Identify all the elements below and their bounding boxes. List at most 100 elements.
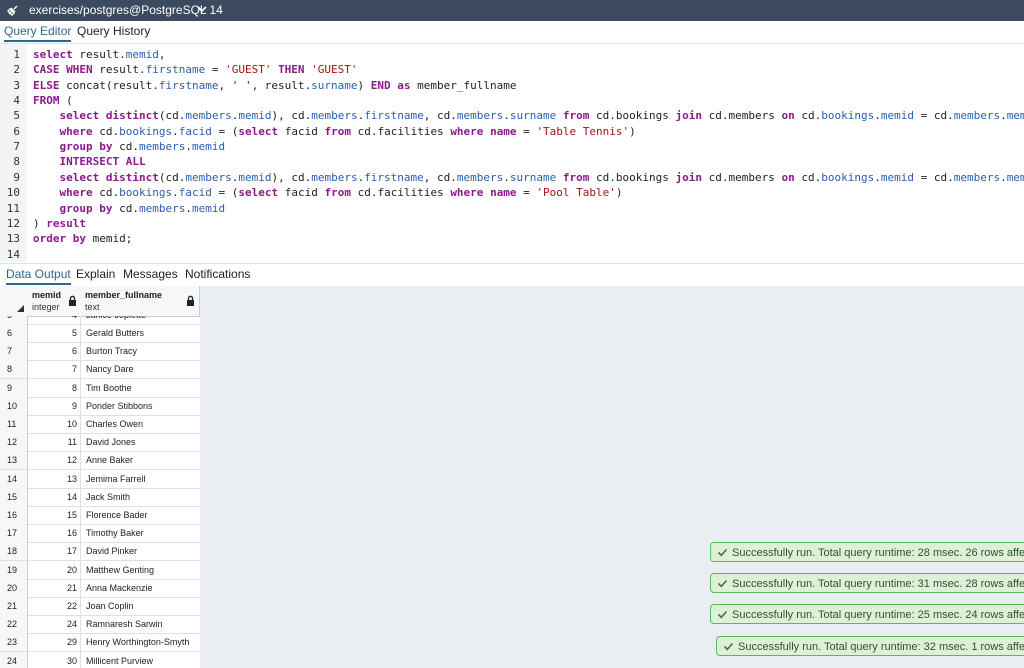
cell-memid[interactable]: 17: [28, 542, 81, 561]
cell-member-fullname[interactable]: Florence Bader: [86, 506, 148, 524]
table-row[interactable]: 10 9 Ponder Stibbons: [0, 396, 200, 416]
table-row[interactable]: 7 6 Burton Tracy: [0, 342, 200, 362]
cell-memid[interactable]: 21: [28, 578, 81, 597]
cell-member-fullname[interactable]: Henry Worthington-Smyth: [86, 633, 189, 651]
tab-messages[interactable]: Messages: [123, 264, 178, 285]
table-row[interactable]: 15 14 Jack Smith: [0, 487, 200, 507]
cell-memid[interactable]: 22: [28, 597, 81, 615]
table-row[interactable]: 20 21 Anna Mackenzie: [0, 578, 200, 598]
cell-memid[interactable]: 16: [28, 524, 81, 543]
table-row[interactable]: 13 12 Anne Baker: [0, 451, 200, 471]
column-header-member-fullname[interactable]: member_fullname text: [81, 286, 200, 317]
success-notification[interactable]: Successfully run. Total query runtime: 2…: [710, 542, 1024, 562]
table-row[interactable]: 24 30 Millicent Purview: [0, 651, 200, 668]
cell-memid[interactable]: 6: [28, 342, 81, 361]
row-number[interactable]: 13: [0, 451, 28, 470]
table-row[interactable]: 21 22 Joan Coplin: [0, 597, 200, 616]
success-notification[interactable]: Successfully run. Total query runtime: 3…: [710, 573, 1024, 593]
cell-memid[interactable]: 11: [28, 433, 81, 452]
cell-member-fullname[interactable]: Jemima Farrell: [86, 470, 146, 488]
column-header-memid[interactable]: memid integer: [28, 286, 82, 317]
row-number[interactable]: 24: [0, 651, 28, 668]
cell-member-fullname[interactable]: Ponder Stibbons: [86, 397, 153, 415]
cell-memid[interactable]: 24: [28, 615, 81, 634]
table-row[interactable]: 16 15 Florence Bader: [0, 506, 200, 525]
row-header-corner[interactable]: [0, 286, 29, 317]
success-notification[interactable]: Successfully run. Total query runtime: 2…: [710, 604, 1024, 624]
cell-memid[interactable]: 13: [28, 469, 81, 488]
row-number[interactable]: 11: [0, 415, 28, 433]
tab-query-editor[interactable]: Query Editor: [4, 21, 72, 42]
cell-member-fullname[interactable]: Joan Coplin: [86, 597, 134, 615]
table-row[interactable]: 22 24 Ramnaresh Sarwin: [0, 615, 200, 635]
row-number[interactable]: 18: [0, 542, 28, 561]
table-row[interactable]: 14 13 Jemima Farrell: [0, 469, 200, 489]
cell-member-fullname[interactable]: Nancy Dare: [86, 360, 134, 378]
cell-memid[interactable]: 7: [28, 360, 81, 379]
row-number[interactable]: 7: [0, 342, 28, 361]
code-token: from: [324, 124, 351, 138]
cell-memid[interactable]: 9: [28, 396, 81, 415]
row-number[interactable]: 15: [0, 487, 28, 506]
row-number[interactable]: 9: [0, 378, 28, 397]
tab-query-history[interactable]: Query History: [77, 21, 150, 42]
result-grid[interactable]: memid integer member_fullname text 54 Jan…: [0, 286, 200, 668]
cell-memid[interactable]: 10: [28, 415, 81, 433]
cell-memid[interactable]: 29: [28, 633, 81, 652]
tab-data-output[interactable]: Data Output: [6, 264, 71, 285]
row-number[interactable]: 22: [0, 615, 28, 634]
cell-memid[interactable]: 8: [28, 378, 81, 397]
cell-memid[interactable]: 15: [28, 506, 81, 524]
table-row[interactable]: 23 29 Henry Worthington-Smyth: [0, 633, 200, 653]
table-row[interactable]: 18 17 David Pinker: [0, 542, 200, 562]
cell-memid[interactable]: 5: [28, 324, 81, 342]
cell-member-fullname[interactable]: Burton Tracy: [86, 342, 137, 360]
tab-notifications[interactable]: Notifications: [185, 264, 250, 285]
tab-explain[interactable]: Explain: [76, 264, 115, 285]
cell-memid[interactable]: 20: [28, 560, 81, 579]
row-number[interactable]: 14: [0, 469, 28, 488]
cell-memid[interactable]: 4: [28, 316, 81, 324]
cell-member-fullname[interactable]: Gerald Butters: [86, 324, 144, 342]
table-row[interactable]: 9 8 Tim Boothe: [0, 378, 200, 398]
row-number[interactable]: 19: [0, 560, 28, 579]
cell-member-fullname[interactable]: Jack Smith: [86, 488, 130, 506]
row-number[interactable]: 20: [0, 578, 28, 597]
cell-memid[interactable]: 12: [28, 451, 81, 470]
cell-member-fullname[interactable]: David Pinker: [86, 542, 137, 560]
row-number[interactable]: 21: [0, 597, 28, 615]
row-number[interactable]: 17: [0, 524, 28, 543]
cell-member-fullname[interactable]: Matthew Genting: [86, 561, 154, 579]
row-number[interactable]: 23: [0, 633, 28, 652]
cell-member-fullname[interactable]: David Jones: [86, 433, 136, 451]
plug-icon[interactable]: [6, 3, 20, 17]
table-row[interactable]: 12 11 David Jones: [0, 433, 200, 453]
cell-member-fullname[interactable]: Janice Joplette: [86, 316, 146, 324]
connection-title[interactable]: exercises/postgres@PostgreSQL 14: [29, 3, 223, 18]
sql-editor[interactable]: 1 select result.memid, 2 CASE WHEN result.f…: [0, 44, 1024, 262]
code-token: .: [172, 186, 179, 200]
row-number[interactable]: 16: [0, 506, 28, 524]
table-row[interactable]: 11 10 Charles Owen: [0, 415, 200, 434]
row-number[interactable]: 10: [0, 396, 28, 415]
cell-member-fullname[interactable]: Ramnaresh Sarwin: [86, 615, 163, 633]
table-row[interactable]: 6 5 Gerald Butters: [0, 324, 200, 343]
row-number[interactable]: 5: [0, 316, 28, 324]
table-row[interactable]: 19 20 Matthew Genting: [0, 560, 200, 580]
row-number[interactable]: 12: [0, 433, 28, 452]
cell-member-fullname[interactable]: Charles Owen: [86, 415, 143, 433]
row-number[interactable]: 6: [0, 324, 28, 342]
row-number[interactable]: 8: [0, 360, 28, 379]
cell-member-fullname[interactable]: Anne Baker: [86, 451, 133, 469]
cell-memid[interactable]: 14: [28, 487, 81, 506]
chevron-down-icon[interactable]: [197, 4, 207, 14]
cell-member-fullname[interactable]: Tim Boothe: [86, 379, 132, 397]
code-token: ): [357, 78, 371, 92]
cell-member-fullname[interactable]: Timothy Baker: [86, 524, 144, 542]
cell-member-fullname[interactable]: Anna Mackenzie: [86, 579, 153, 597]
cell-memid[interactable]: 30: [28, 651, 81, 668]
table-row[interactable]: 8 7 Nancy Dare: [0, 360, 200, 380]
table-row[interactable]: 17 16 Timothy Baker: [0, 524, 200, 544]
cell-member-fullname[interactable]: Millicent Purview: [86, 652, 153, 668]
success-notification[interactable]: Successfully run. Total query runtime: 3…: [716, 636, 1024, 656]
